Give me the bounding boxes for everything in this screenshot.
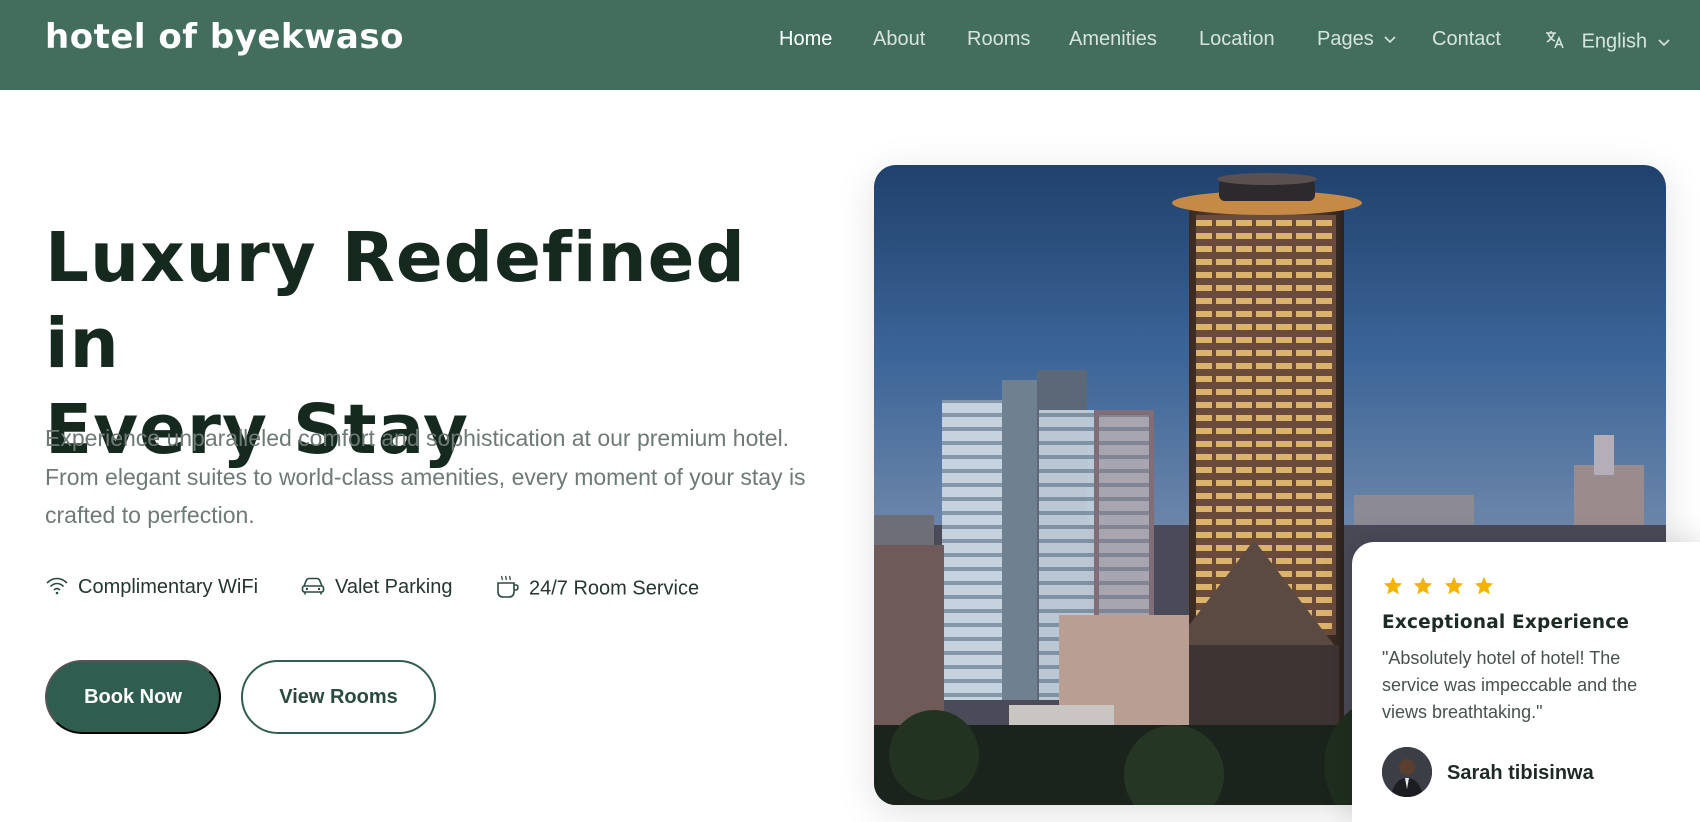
rating-stars <box>1382 575 1499 602</box>
nav-item-rooms[interactable]: Rooms <box>967 28 1030 51</box>
feature-wifi: Complimentary WiFi <box>45 576 258 599</box>
nav-item-pages[interactable]: Pages <box>1317 28 1397 51</box>
star-icon <box>1444 576 1464 595</box>
top-navigation-bar: hotel of byekwaso Home About Rooms Ameni… <box>0 0 1700 90</box>
language-selector[interactable]: English <box>1544 28 1671 56</box>
nav-item-home[interactable]: Home <box>779 28 832 51</box>
reviewer-name: Sarah tibisinwa <box>1447 762 1594 784</box>
nav-item-location[interactable]: Location <box>1199 28 1275 51</box>
hero-title-line-1: Luxury Redefined in <box>45 218 746 384</box>
translate-icon <box>1544 28 1566 56</box>
coffee-cup-icon <box>497 575 519 598</box>
nav-item-about[interactable]: About <box>873 28 925 51</box>
nav-item-amenities[interactable]: Amenities <box>1069 28 1157 51</box>
nav-item-contact[interactable]: Contact <box>1432 28 1501 51</box>
feature-parking: Valet Parking <box>300 576 452 599</box>
feature-wifi-label: Complimentary WiFi <box>78 576 259 598</box>
star-icon <box>1414 576 1433 595</box>
avatar <box>1382 747 1432 797</box>
review-quote: "Absolutely hotel of hotel! The service … <box>1382 648 1638 722</box>
brand-logo[interactable]: hotel of byekwaso <box>45 17 404 57</box>
hero-description: Experience unparalleled comfort and soph… <box>45 425 806 528</box>
nav-item-pages-label: Pages <box>1317 28 1374 50</box>
feature-room-service-label: 24/7 Room Service <box>529 577 700 600</box>
wifi-icon <box>46 577 68 595</box>
chevron-down-icon <box>1383 28 1397 51</box>
chevron-down-icon <box>1657 31 1671 54</box>
book-now-button[interactable]: Book Now <box>45 660 221 734</box>
car-icon <box>301 577 325 595</box>
feature-room-service: 24/7 Room Service <box>494 575 700 602</box>
feature-parking-label: Valet Parking <box>335 576 453 598</box>
review-card: Exceptional Experience "Absolutely hotel… <box>1352 542 1700 822</box>
star-icon <box>1475 576 1494 595</box>
review-title: Exceptional Experience <box>1382 612 1630 633</box>
star-icon <box>1383 576 1403 595</box>
language-label: English <box>1581 30 1648 53</box>
view-rooms-button[interactable]: View Rooms <box>241 660 436 734</box>
